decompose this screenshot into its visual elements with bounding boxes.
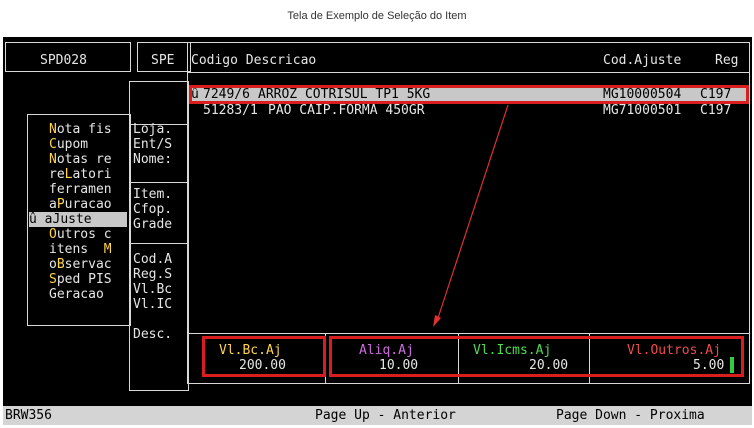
status-program: BRW356 (5, 408, 52, 423)
page-up-hint[interactable]: Page Up - Anterior (315, 408, 456, 423)
status-bar: BRW356 Page Up - Anterior Page Down - Pr… (3, 406, 752, 425)
annotation-arrow-icon (433, 104, 509, 327)
page-down-hint[interactable]: Page Down - Proxima (556, 408, 705, 423)
page-caption: Tela de Exemplo de Seleção do Item (287, 10, 467, 22)
terminal-window: SPD028 SPE Nota fis Cupom Notas re reLatori… (3, 37, 752, 425)
